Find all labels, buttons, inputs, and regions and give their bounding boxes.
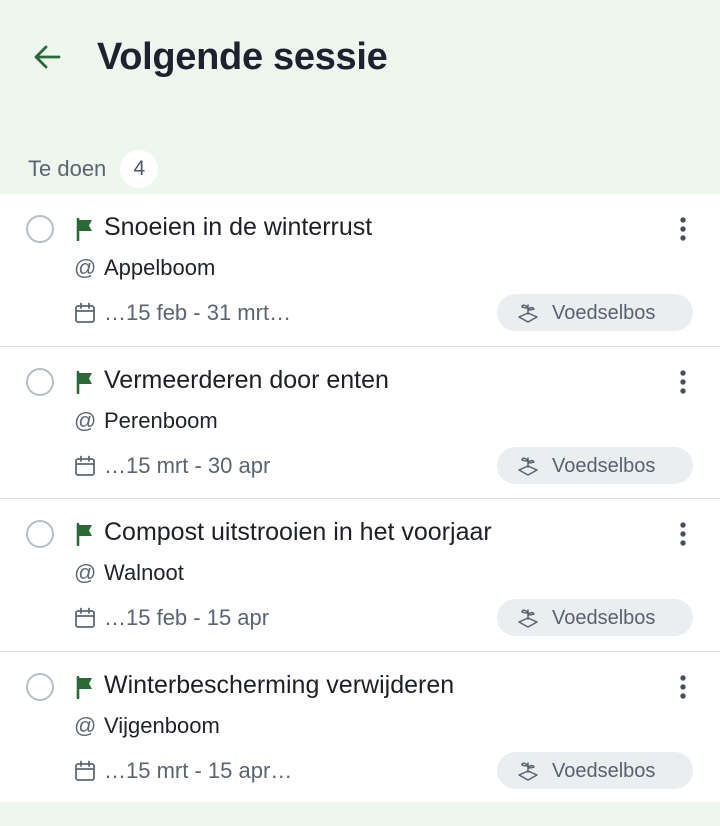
calendar-icon [75,760,95,781]
flag-icon [76,522,92,546]
location-label: Perenboom [104,407,218,433]
location-row: @ Vijgenboom [74,710,220,742]
date-row: …15 mrt - 15 apr… [74,755,292,787]
complete-checkbox[interactable] [26,367,54,396]
tag-chip[interactable]: Voedselbos [497,599,693,636]
task-title: Winterbescherming verwijderen [104,670,455,699]
section-label: Te doen [28,156,107,181]
tag-label: Voedselbos [552,454,656,477]
more-vertical-icon [680,217,686,241]
garden-plant-icon [518,304,538,323]
at-icon: @ [74,407,97,433]
location-label: Vijgenboom [104,712,220,738]
task-item[interactable]: Compost uitstrooien in het voorjaar @ Wa… [0,499,720,652]
calendar-icon [75,455,95,476]
tag-chip[interactable]: Voedselbos [497,446,693,484]
more-options-button[interactable] [664,515,702,553]
date-range: …15 mrt - 30 apr [104,452,271,478]
more-vertical-icon [680,522,686,546]
more-options-button[interactable] [664,363,702,401]
flag-icon [76,675,92,699]
location-row: @ Perenboom [74,405,218,437]
date-row: …15 mrt - 30 apr [74,450,270,482]
calendar-icon [75,302,95,323]
date-row: …15 feb - 31 mrt… [74,297,291,329]
tag-chip[interactable]: Voedselbos [497,751,693,789]
more-options-button[interactable] [664,668,702,706]
more-vertical-icon [680,369,686,394]
task-title: Vermeerderen door enten [104,365,389,394]
at-icon: @ [74,255,97,280]
at-icon: @ [74,560,97,585]
tag-label: Voedselbos [552,607,656,629]
app-screen: Volgende sessie Te doen 4 Snoeien in de … [0,0,720,826]
arrow-left-icon [34,45,61,69]
task-title: Snoeien in de winterrust [104,213,373,241]
date-row: …15 feb - 15 apr [74,602,269,634]
date-range: …15 mrt - 15 apr… [104,757,293,783]
back-button[interactable] [28,38,66,76]
location-label: Appelboom [104,255,216,280]
count-badge: 4 [120,150,159,188]
at-icon: @ [74,712,97,738]
footer-background [0,802,720,826]
date-range: …15 feb - 15 apr [104,605,270,630]
location-row: @ Walnoot [74,557,184,589]
calendar-icon [75,607,95,628]
garden-plant-icon [518,761,538,781]
task-list: Snoeien in de winterrust @ Appelboom …15… [0,194,720,804]
header: Volgende sessie [0,0,720,120]
tag-label: Voedselbos [552,759,656,782]
tag-chip[interactable]: Voedselbos [497,294,693,331]
task-item[interactable]: Snoeien in de winterrust @ Appelboom …15… [0,194,720,347]
garden-plant-icon [518,456,538,476]
location-row: @ Appelboom [74,252,215,284]
tag-label: Voedselbos [552,302,656,324]
task-item[interactable]: Vermeerderen door enten @ Perenboom …15 … [0,347,720,499]
flag-icon [76,370,92,394]
complete-checkbox[interactable] [26,215,54,243]
page-title: Volgende sessie [97,36,388,78]
date-range: …15 feb - 31 mrt… [104,300,292,325]
flag-icon [76,217,92,241]
garden-plant-icon [518,609,538,628]
more-vertical-icon [680,674,686,699]
complete-checkbox[interactable] [26,672,54,701]
complete-checkbox[interactable] [26,520,54,548]
task-title: Compost uitstrooien in het voorjaar [104,518,492,546]
section-header: Te doen 4 [28,150,159,188]
task-item[interactable]: Winterbescherming verwijderen @ Vijgenbo… [0,652,720,805]
location-label: Walnoot [104,560,184,585]
more-options-button[interactable] [664,210,702,248]
